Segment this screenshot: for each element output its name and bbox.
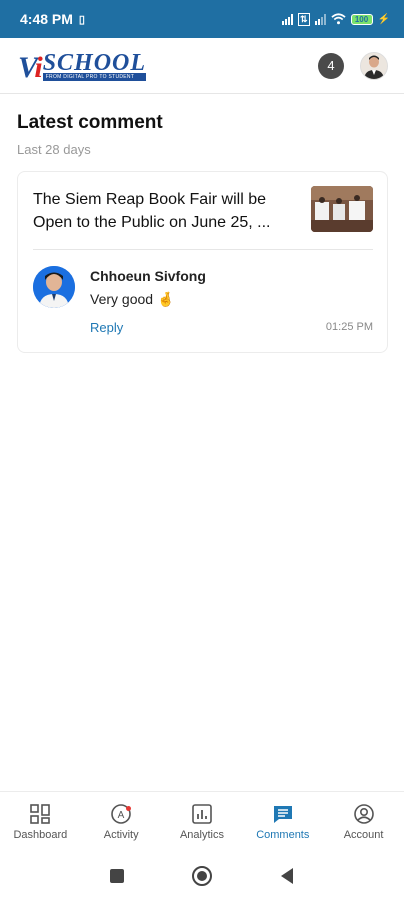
signal-icon: [282, 13, 293, 25]
charging-icon: ⚡: [377, 13, 390, 25]
home-icon[interactable]: [191, 865, 213, 887]
dashboard-icon: [30, 804, 51, 824]
comment-time: 01:25 PM: [325, 321, 373, 333]
nav-analytics[interactable]: Analytics: [162, 803, 242, 841]
nav-comments[interactable]: Comments: [243, 803, 323, 841]
recent-apps-icon[interactable]: [109, 868, 125, 884]
nav-comments-label: Comments: [256, 829, 310, 841]
sim-icon: ▯: [78, 13, 85, 26]
comments-icon: [273, 806, 292, 823]
nav-account[interactable]: Account: [324, 803, 404, 841]
battery-icon: 100: [350, 13, 373, 25]
account-icon: [353, 804, 374, 824]
data-icon: ⇅: [298, 12, 310, 26]
nav-dashboard-label: Dashboard: [13, 829, 68, 841]
comment-text: Very good 🤞: [90, 291, 175, 307]
reply-button[interactable]: Reply: [90, 320, 123, 335]
logo-tagline: FROM DIGITAL PRO TO STUDENT: [42, 72, 147, 81]
profile-avatar[interactable]: [360, 51, 388, 80]
bottom-nav: Dashboard A Activity Analytics Comments: [0, 791, 404, 852]
commenter-avatar[interactable]: [33, 266, 75, 308]
system-nav-bar: [0, 851, 404, 900]
card-divider: [33, 249, 373, 250]
status-bar: 4:48 PM ▯ ⇅ 100 ⚡: [0, 0, 404, 38]
commenter-photo-icon: [33, 266, 75, 308]
svg-text:A: A: [118, 810, 125, 821]
back-icon[interactable]: [279, 867, 295, 885]
status-time: 4:48 PM: [20, 11, 73, 27]
post-title[interactable]: The Siem Reap Book Fair will be Open to …: [33, 188, 295, 234]
notification-badge[interactable]: 4: [318, 52, 344, 79]
logo-vi: Vi: [18, 50, 43, 84]
notification-count: 4: [327, 58, 335, 73]
commenter-name: Chhoeun Sivfong: [90, 268, 206, 284]
wifi-icon: [330, 13, 346, 25]
post-thumbnail[interactable]: [311, 186, 373, 232]
thumbnail-image-icon: [311, 186, 373, 232]
nav-activity[interactable]: A Activity: [81, 803, 161, 841]
nav-account-label: Account: [343, 829, 384, 841]
profile-photo-icon: [361, 52, 387, 79]
signal-icon-2: [314, 13, 326, 25]
section-title: Latest comment: [17, 112, 163, 133]
section-subtitle: Last 28 days: [17, 142, 91, 157]
nav-analytics-label: Analytics: [179, 829, 224, 841]
logo-school: SCHOOL: [42, 49, 147, 76]
analytics-icon: [192, 804, 212, 824]
battery-level: 100: [354, 14, 369, 24]
vischool-logo: Vi SCHOOL FROM DIGITAL PRO TO STUDENT: [18, 49, 147, 84]
app-bar: Vi SCHOOL FROM DIGITAL PRO TO STUDENT 4: [0, 38, 404, 94]
nav-activity-label: Activity: [103, 829, 139, 841]
comment-card[interactable]: The Siem Reap Book Fair will be Open to …: [17, 171, 388, 353]
nav-dashboard[interactable]: Dashboard: [0, 803, 80, 841]
